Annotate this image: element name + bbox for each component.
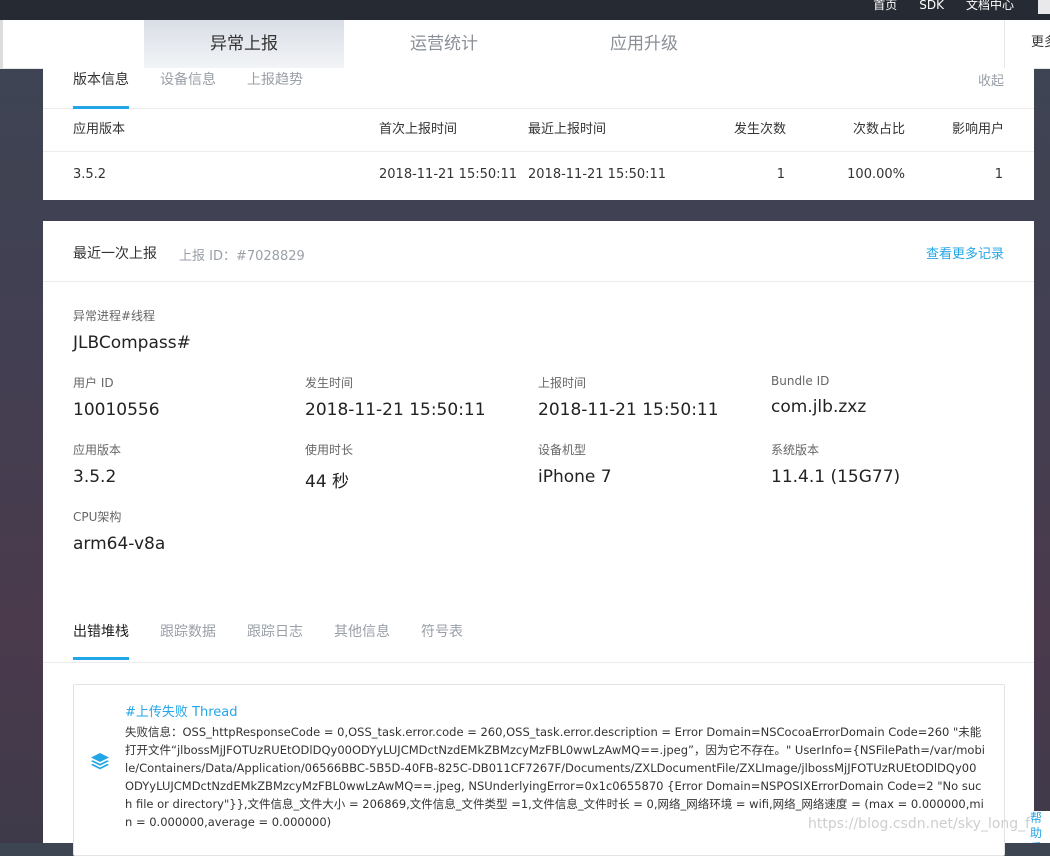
field-value: JLBCompass#: [73, 333, 191, 353]
field-usage-duration: 使用时长 44 秒: [305, 441, 353, 492]
stack-failure-text: 失败信息：OSS_httpResponseCode = 0,OSS_task.e…: [125, 725, 985, 829]
layers-icon: [91, 753, 109, 770]
field-label: 发生时间: [305, 376, 354, 390]
field-process: 异常进程#线程 JLBCompass#: [73, 307, 191, 353]
top-link-home[interactable]: 首页: [873, 0, 897, 12]
report-id: 上报 ID：#7028829: [179, 249, 305, 264]
stack-thread-title[interactable]: #上传失败 Thread: [125, 701, 237, 720]
field-label: 设备机型: [538, 443, 587, 457]
field-cpu-arch: CPU架构 arm64-v8a: [73, 508, 165, 554]
field-label: 上报时间: [538, 376, 587, 390]
column-header: 最近上报时间: [528, 122, 607, 137]
subtab-version-info-label: 版本信息: [73, 72, 129, 88]
column-header: 影响用户: [951, 122, 1004, 137]
subtab-device-info[interactable]: 设备信息: [160, 69, 216, 89]
column-header: 首次上报时间: [379, 122, 458, 137]
collapse-button[interactable]: 收起: [978, 70, 1004, 89]
report-card-header: 最近一次上报 上报 ID：#7028829 查看更多记录: [43, 221, 1034, 282]
watermark: https://blog.csdn.net/sky_long_f: [808, 816, 1031, 832]
field-value: 2018-11-21 15:50:11: [305, 400, 486, 420]
tabbar-left-divider: [0, 20, 3, 68]
top-nav-links: 首页 SDK 文档中心: [873, 0, 1014, 12]
field-value: com.jlb.zxz: [771, 397, 867, 417]
help-feedback-button[interactable]: 帮助反馈: [1030, 811, 1050, 843]
table-cell: 2018-11-21 15:50:11: [528, 167, 667, 182]
tab-error-stack-label: 出错堆栈: [73, 624, 129, 640]
top-link-sdk[interactable]: SDK: [919, 0, 944, 12]
column-header: 次数占比: [852, 122, 905, 137]
tab-crash-report[interactable]: 异常上报: [144, 20, 344, 68]
more-menu[interactable]: 更多: [1004, 20, 1050, 68]
field-user-id: 用户 ID 10010556: [73, 374, 160, 420]
table-cell: 1: [776, 167, 785, 182]
active-tab-underline: [73, 657, 129, 660]
field-bundle-id: Bundle ID com.jlb.zxz: [771, 374, 866, 417]
subtab-report-trend[interactable]: 上报趋势: [247, 69, 303, 89]
field-label: CPU架构: [73, 510, 122, 524]
tab-trace-data[interactable]: 跟踪数据: [160, 621, 216, 641]
report-card-title: 最近一次上报: [73, 246, 157, 262]
field-label: 应用版本: [73, 443, 122, 457]
field-value: iPhone 7: [538, 467, 612, 487]
tab-trace-log[interactable]: 跟踪日志: [247, 621, 303, 641]
top-link-docs[interactable]: 文档中心: [966, 0, 1014, 12]
tab-error-stack[interactable]: 出错堆栈: [73, 621, 129, 660]
latest-report-card: 最近一次上报 上报 ID：#7028829 查看更多记录 异常进程#线程 JLB…: [43, 221, 1034, 856]
field-label: 使用时长: [305, 443, 354, 457]
field-value: 44 秒: [305, 472, 350, 492]
main-tab-bar: 异常上报 运营统计 应用升级 更多: [0, 20, 1050, 69]
field-app-version: 应用版本 3.5.2: [73, 441, 121, 487]
column-header: 发生次数: [733, 122, 786, 137]
table-cell: 1: [994, 167, 1003, 182]
table-cell: 100.00%: [847, 167, 905, 182]
table-cell: 3.5.2: [73, 167, 107, 182]
field-value: 3.5.2: [73, 467, 117, 487]
tab-other-info[interactable]: 其他信息: [334, 621, 390, 641]
window-corner: [1038, 0, 1050, 14]
subtab-version-info[interactable]: 版本信息: [73, 69, 129, 109]
field-device-model: 设备机型 iPhone 7: [538, 441, 612, 487]
field-os-version: 系统版本 11.4.1 (15G77): [771, 441, 900, 487]
version-info-card: 版本信息 设备信息 上报趋势 收起 应用版本 首次上报时间 最近上报时间 发生次…: [43, 68, 1034, 200]
table-cell: 2018-11-21 15:50:11: [379, 167, 518, 182]
field-value: 2018-11-21 15:50:11: [538, 400, 719, 420]
field-label: Bundle ID: [771, 374, 830, 388]
column-header: 应用版本: [73, 122, 126, 137]
field-value: 11.4.1 (15G77): [771, 467, 901, 487]
tab-symbol-table[interactable]: 符号表: [421, 621, 463, 641]
detail-tabs: 出错堆栈 跟踪数据 跟踪日志 其他信息 符号表: [43, 616, 1034, 663]
table-row: 3.5.2 2018-11-21 15:50:11 2018-11-21 15:…: [43, 152, 1034, 198]
field-report-time: 上报时间 2018-11-21 15:50:11: [538, 374, 719, 420]
field-label: 系统版本: [771, 443, 820, 457]
field-label: 用户 ID: [73, 376, 114, 390]
top-nav-bar: 首页 SDK 文档中心: [0, 0, 1050, 20]
view-more-records-link[interactable]: 查看更多记录: [926, 243, 1004, 262]
tab-app-upgrade[interactable]: 应用升级: [544, 20, 744, 68]
tab-operation-stats[interactable]: 运营统计: [344, 20, 544, 68]
field-occur-time: 发生时间 2018-11-21 15:50:11: [305, 374, 486, 420]
field-label: 异常进程#线程: [73, 309, 156, 323]
version-table-header: 应用版本 首次上报时间 最近上报时间 发生次数 次数占比 影响用户: [43, 109, 1034, 152]
version-subtabs: 版本信息 设备信息 上报趋势 收起: [43, 68, 1034, 109]
field-value: arm64-v8a: [73, 534, 166, 554]
field-value: 10010556: [73, 400, 160, 420]
